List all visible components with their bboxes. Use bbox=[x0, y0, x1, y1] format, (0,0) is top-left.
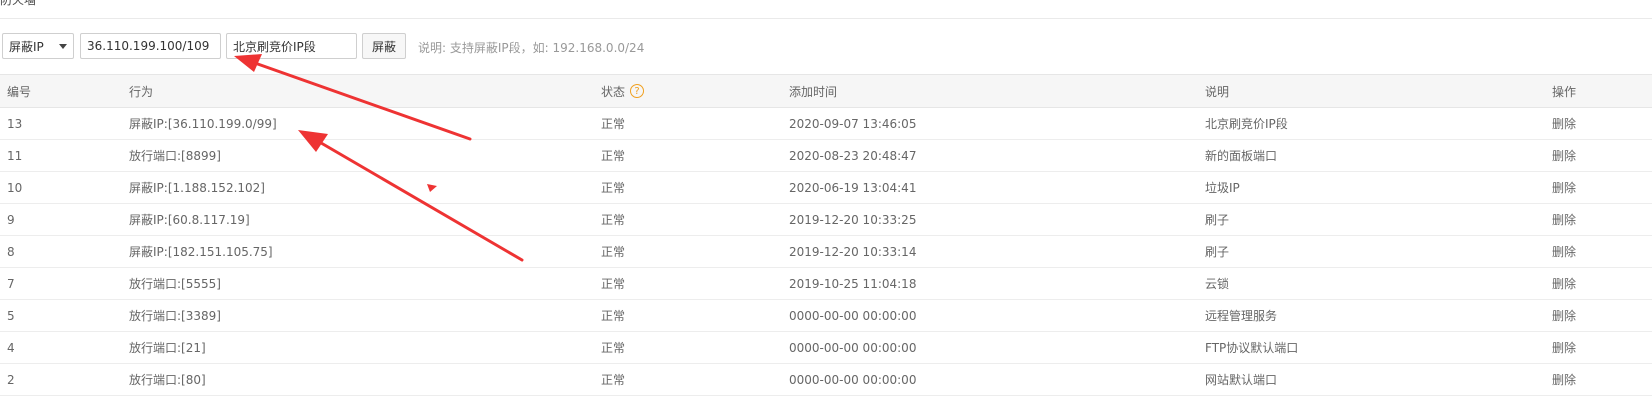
row-time: 0000-00-00 00:00:00 bbox=[789, 372, 917, 387]
row-id: 11 bbox=[7, 148, 23, 163]
row-time: 2019-12-20 10:33:25 bbox=[789, 212, 917, 227]
row-time: 0000-00-00 00:00:00 bbox=[789, 340, 917, 355]
header-note: 说明 bbox=[1205, 84, 1230, 99]
header-op: 操作 bbox=[1552, 84, 1577, 99]
table-row: 7 放行端口:[5555] 正常 2019-10-25 11:04:18 云锁 … bbox=[0, 268, 1652, 300]
row-status: 正常 bbox=[601, 373, 626, 387]
delete-link[interactable]: 删除 bbox=[1552, 172, 1576, 203]
delete-link[interactable]: 删除 bbox=[1552, 204, 1576, 235]
row-action: 放行端口:[8899] bbox=[129, 149, 221, 163]
ip-input-value: 36.110.199.100/109 bbox=[87, 39, 210, 53]
ip-input[interactable]: 36.110.199.100/109 bbox=[80, 33, 221, 59]
header-action: 行为 bbox=[129, 84, 154, 99]
row-note: 云锁 bbox=[1205, 277, 1230, 291]
row-id: 7 bbox=[7, 276, 15, 291]
row-id: 13 bbox=[7, 116, 23, 131]
help-question-icon[interactable]: ? bbox=[630, 84, 645, 98]
note-input-value: 北京刷竞价IP段 bbox=[233, 39, 316, 54]
delete-link[interactable]: 删除 bbox=[1552, 108, 1576, 139]
table-row: 5 放行端口:[3389] 正常 0000-00-00 00:00:00 远程管… bbox=[0, 300, 1652, 332]
row-id: 8 bbox=[7, 244, 15, 259]
table-header: 编号 行为 状态 ? 添加时间 说明 操作 bbox=[0, 74, 1652, 108]
delete-link[interactable]: 删除 bbox=[1552, 332, 1576, 363]
row-time: 2020-06-19 13:04:41 bbox=[789, 180, 917, 195]
delete-link[interactable]: 删除 bbox=[1552, 364, 1576, 395]
row-note: 刷子 bbox=[1205, 245, 1230, 259]
row-status: 正常 bbox=[601, 117, 626, 131]
row-id: 9 bbox=[7, 212, 15, 227]
note-input[interactable]: 北京刷竞价IP段 bbox=[226, 33, 357, 59]
row-note: 远程管理服务 bbox=[1205, 309, 1278, 323]
row-note: 新的面板端口 bbox=[1205, 149, 1278, 163]
row-note: 北京刷竞价IP段 bbox=[1205, 117, 1288, 131]
row-time: 0000-00-00 00:00:00 bbox=[789, 308, 917, 323]
row-action: 放行端口:[3389] bbox=[129, 309, 221, 323]
table-row: 8 屏蔽IP:[182.151.105.75] 正常 2019-12-20 10… bbox=[0, 236, 1652, 268]
row-action: 屏蔽IP:[182.151.105.75] bbox=[129, 245, 273, 259]
row-time: 2020-09-07 13:46:05 bbox=[789, 116, 917, 131]
header-status-label: 状态 bbox=[601, 84, 626, 99]
delete-link[interactable]: 删除 bbox=[1552, 140, 1576, 171]
row-action: 放行端口:[80] bbox=[129, 373, 206, 387]
row-status: 正常 bbox=[601, 277, 626, 291]
rules-table: 编号 行为 状态 ? 添加时间 说明 操作 13 屏蔽IP:[36.110.19… bbox=[0, 74, 1652, 396]
form-hint: 说明: 支持屏蔽IP段，如: 192.168.0.0/24 bbox=[418, 41, 645, 55]
row-note: 刷子 bbox=[1205, 213, 1230, 227]
row-status: 正常 bbox=[601, 309, 626, 323]
rule-type-value: 屏蔽IP bbox=[9, 39, 44, 54]
header-id: 编号 bbox=[7, 84, 32, 99]
row-action: 放行端口:[21] bbox=[129, 341, 206, 355]
row-action: 放行端口:[5555] bbox=[129, 277, 221, 291]
row-note: 垃圾IP bbox=[1205, 181, 1240, 195]
row-status: 正常 bbox=[601, 213, 626, 227]
row-id: 10 bbox=[7, 180, 23, 195]
caret-down-icon bbox=[59, 44, 67, 49]
row-time: 2019-12-20 10:33:14 bbox=[789, 244, 917, 259]
row-note: 网站默认端口 bbox=[1205, 373, 1278, 387]
row-action: 屏蔽IP:[60.8.117.19] bbox=[129, 213, 250, 227]
row-status: 正常 bbox=[601, 149, 626, 163]
row-status: 正常 bbox=[601, 341, 626, 355]
row-action: 屏蔽IP:[1.188.152.102] bbox=[129, 181, 265, 195]
delete-link[interactable]: 删除 bbox=[1552, 236, 1576, 267]
panel-title: 防火墙 bbox=[0, 0, 37, 7]
header-status: 状态 ? bbox=[601, 75, 645, 107]
table-row: 10 屏蔽IP:[1.188.152.102] 正常 2020-06-19 13… bbox=[0, 172, 1652, 204]
row-time: 2019-10-25 11:04:18 bbox=[789, 276, 917, 291]
block-button-label: 屏蔽 bbox=[371, 39, 396, 54]
block-button[interactable]: 屏蔽 bbox=[362, 33, 406, 59]
delete-link[interactable]: 删除 bbox=[1552, 300, 1576, 331]
table-row: 13 屏蔽IP:[36.110.199.0/99] 正常 2020-09-07 … bbox=[0, 108, 1652, 140]
table-row: 2 放行端口:[80] 正常 0000-00-00 00:00:00 网站默认端… bbox=[0, 364, 1652, 396]
delete-link[interactable]: 删除 bbox=[1552, 268, 1576, 299]
header-time: 添加时间 bbox=[789, 84, 838, 99]
row-status: 正常 bbox=[601, 181, 626, 195]
row-note: FTP协议默认端口 bbox=[1205, 341, 1299, 355]
table-row: 4 放行端口:[21] 正常 0000-00-00 00:00:00 FTP协议… bbox=[0, 332, 1652, 364]
row-action: 屏蔽IP:[36.110.199.0/99] bbox=[129, 117, 277, 131]
row-status: 正常 bbox=[601, 245, 626, 259]
rule-type-select[interactable]: 屏蔽IP bbox=[2, 33, 74, 59]
table-row: 9 屏蔽IP:[60.8.117.19] 正常 2019-12-20 10:33… bbox=[0, 204, 1652, 236]
row-id: 5 bbox=[7, 308, 15, 323]
table-row: 11 放行端口:[8899] 正常 2020-08-23 20:48:47 新的… bbox=[0, 140, 1652, 172]
panel-header: 防火墙 bbox=[0, 0, 1652, 19]
row-time: 2020-08-23 20:48:47 bbox=[789, 148, 917, 163]
row-id: 2 bbox=[7, 372, 15, 387]
row-id: 4 bbox=[7, 340, 15, 355]
